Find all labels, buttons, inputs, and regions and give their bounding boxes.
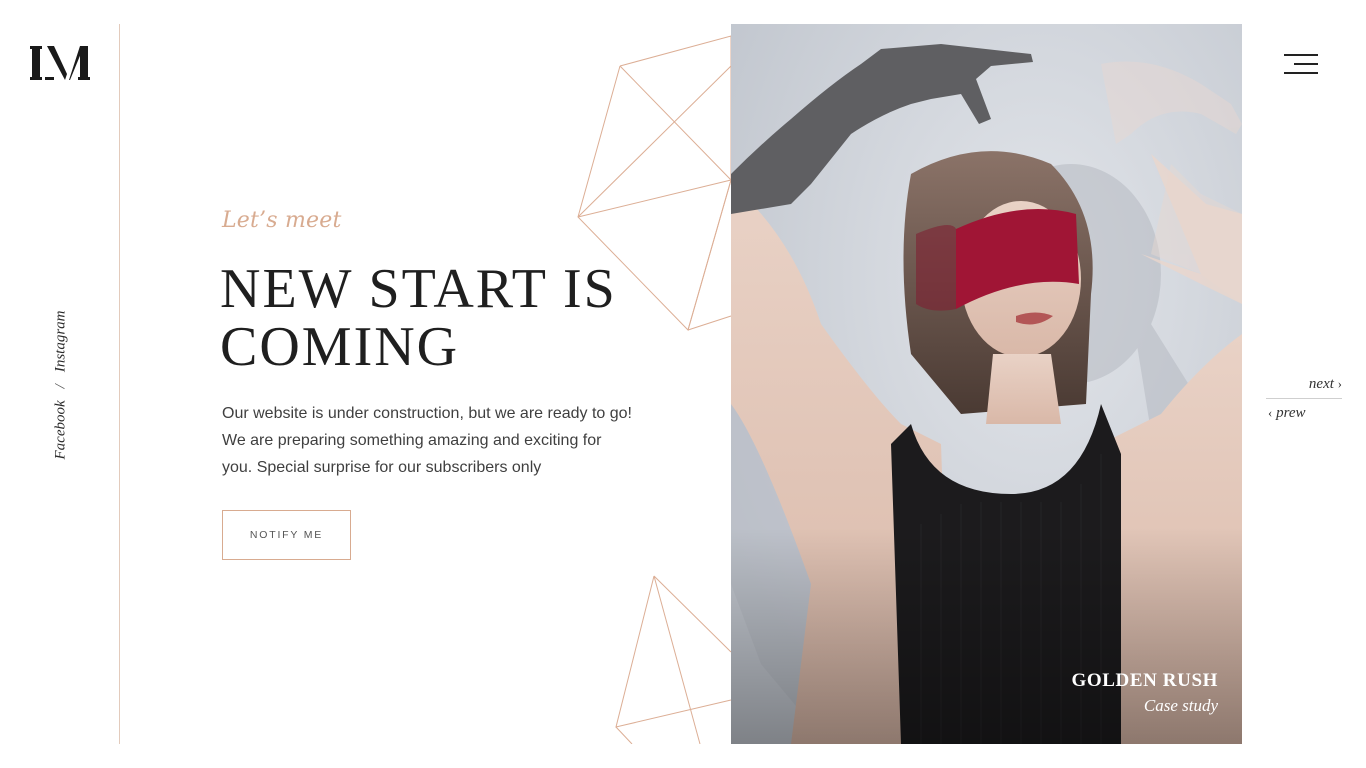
prev-label: prew (1276, 405, 1306, 421)
next-label: next (1308, 376, 1334, 392)
chevron-right-icon: › (1337, 376, 1342, 391)
sidebar-divider (119, 24, 120, 744)
logo-mark-icon (30, 46, 90, 80)
hamburger-menu-icon-line-2 (1294, 63, 1318, 65)
social-separator: / (52, 384, 69, 389)
case-study-title[interactable]: GOLDEN RUSH (1072, 670, 1218, 692)
featured-image[interactable]: GOLDEN RUSH Case study (731, 24, 1242, 744)
woman-blindfold-illustration (731, 24, 1242, 744)
facebook-link[interactable]: Facebook (53, 400, 70, 459)
instagram-link[interactable]: Instagram (53, 311, 70, 373)
slide-pager: next › ‹ prew (1266, 372, 1342, 432)
prev-link[interactable]: ‹ prew (1268, 405, 1306, 422)
case-study-subtitle[interactable]: Case study (1144, 696, 1218, 716)
logo[interactable] (30, 44, 90, 82)
social-links: Facebook / Instagram (36, 300, 86, 470)
chevron-left-icon: ‹ (1268, 405, 1273, 420)
menu-button[interactable] (1280, 50, 1322, 78)
next-link[interactable]: next › (1309, 376, 1342, 393)
pager-divider (1266, 398, 1342, 399)
notify-me-button[interactable]: NOTIFY ME (222, 510, 351, 560)
geometric-line-decoration (577, 35, 732, 744)
kicker-text: Let’s meet (222, 208, 342, 233)
social-links-rotated: Facebook / Instagram (53, 311, 70, 460)
hamburger-menu-icon-line-3 (1284, 72, 1318, 74)
hamburger-menu-icon (1284, 54, 1318, 56)
